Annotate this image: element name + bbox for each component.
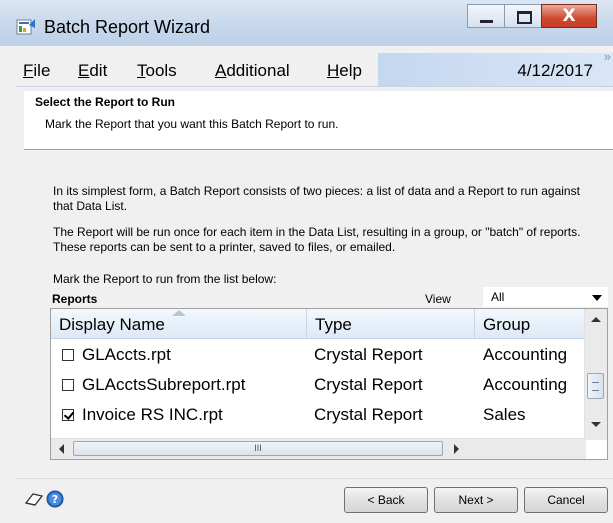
scroll-right-icon[interactable] — [454, 444, 459, 454]
batch-paragraph: The Report will be run once for each ite… — [53, 225, 581, 254]
eraser-icon[interactable] — [24, 491, 44, 512]
sort-ascending-icon — [172, 310, 186, 316]
user-date[interactable]: 4/12/2017 — [517, 61, 593, 81]
view-select[interactable]: All — [483, 287, 608, 307]
close-button[interactable] — [541, 4, 597, 28]
scroll-down-icon[interactable] — [591, 422, 601, 427]
wizard-header: Select the Report to Run Mark the Report… — [24, 91, 613, 150]
view-select-value: All — [491, 290, 505, 304]
scroll-left-icon[interactable] — [59, 444, 64, 454]
scroll-grip: III — [254, 443, 262, 453]
header-subtitle: Mark the Report that you want this Batch… — [45, 117, 339, 131]
column-header-label: Group — [483, 315, 531, 334]
row-checkbox[interactable] — [62, 409, 74, 421]
row-checkbox[interactable] — [62, 349, 74, 361]
svg-text:?: ? — [52, 493, 58, 506]
menu-tools[interactable]: Tools — [137, 61, 177, 81]
view-label: View — [425, 292, 451, 306]
cell-group: Accounting — [483, 375, 566, 394]
date-area: 4/12/2017 » — [378, 49, 613, 86]
back-button[interactable]: < Back — [344, 487, 428, 513]
cell-group: Accounting — [483, 345, 566, 364]
column-header-display-name[interactable]: Display Name — [51, 309, 307, 338]
cell-type: Crystal Report — [314, 375, 423, 394]
title-bar[interactable]: Batch Report Wizard — [0, 0, 613, 46]
column-header-label: Type — [315, 315, 352, 334]
menu-help[interactable]: Help — [327, 61, 362, 81]
table-row[interactable]: Invoice RS INC.rpt Crystal Report Sales — [51, 399, 586, 429]
horizontal-scroll-thumb[interactable]: III — [73, 441, 443, 456]
vertical-scrollbar[interactable] — [584, 309, 607, 440]
column-header-group[interactable]: Group — [475, 309, 586, 338]
reports-grid[interactable]: Display Name Type Group GLAccts.rpt Crys… — [50, 308, 608, 460]
scroll-up-icon[interactable] — [591, 317, 601, 322]
app-icon — [16, 18, 36, 36]
cell-display-name: GLAccts.rpt — [82, 345, 171, 364]
next-button-label: Next > — [458, 493, 494, 507]
vertical-scroll-thumb[interactable] — [587, 373, 604, 399]
horizontal-scrollbar[interactable]: III — [51, 438, 586, 459]
menu-file[interactable]: File — [23, 61, 50, 81]
reports-label: Reports — [52, 292, 98, 306]
footer-separator — [16, 478, 613, 479]
cell-group: Sales — [483, 405, 526, 424]
cell-type: Crystal Report — [314, 345, 423, 364]
instruction-text: Mark the Report to run from the list bel… — [53, 272, 277, 286]
column-header-type[interactable]: Type — [307, 309, 475, 338]
cancel-button[interactable]: Cancel — [524, 487, 608, 513]
minimize-button[interactable] — [467, 4, 505, 28]
chevron-right-icon[interactable]: » — [604, 49, 611, 64]
cell-display-name: GLAcctsSubreport.rpt — [82, 375, 246, 394]
grid-header: Display Name Type Group — [51, 309, 586, 339]
table-row[interactable]: GLAccts.rpt Crystal Report Accounting — [51, 339, 586, 369]
cancel-button-label: Cancel — [547, 493, 585, 507]
header-title: Select the Report to Run — [35, 95, 176, 109]
help-icon[interactable]: ? — [46, 490, 64, 513]
column-header-label: Display Name — [59, 315, 165, 334]
maximize-button[interactable] — [504, 4, 542, 28]
back-button-label: < Back — [367, 493, 405, 507]
menu-edit[interactable]: Edit — [78, 61, 107, 81]
window-title: Batch Report Wizard — [44, 17, 211, 37]
batch-report-wizard-window: Batch Report Wizard File Edit Tools Addi… — [0, 0, 613, 523]
table-row[interactable]: GLAcctsSubreport.rpt Crystal Report Acco… — [51, 369, 586, 399]
cell-type: Crystal Report — [314, 405, 423, 424]
next-button[interactable]: Next > — [434, 487, 518, 513]
intro-paragraph: In its simplest form, a Batch Report con… — [53, 184, 580, 213]
dropdown-arrow-icon[interactable] — [592, 295, 602, 301]
menu-additional[interactable]: Additional — [215, 61, 290, 81]
row-checkbox[interactable] — [62, 379, 74, 391]
cell-display-name: Invoice RS INC.rpt — [82, 405, 223, 424]
menu-bar: File Edit Tools Additional Help 4/12/201… — [16, 49, 613, 87]
